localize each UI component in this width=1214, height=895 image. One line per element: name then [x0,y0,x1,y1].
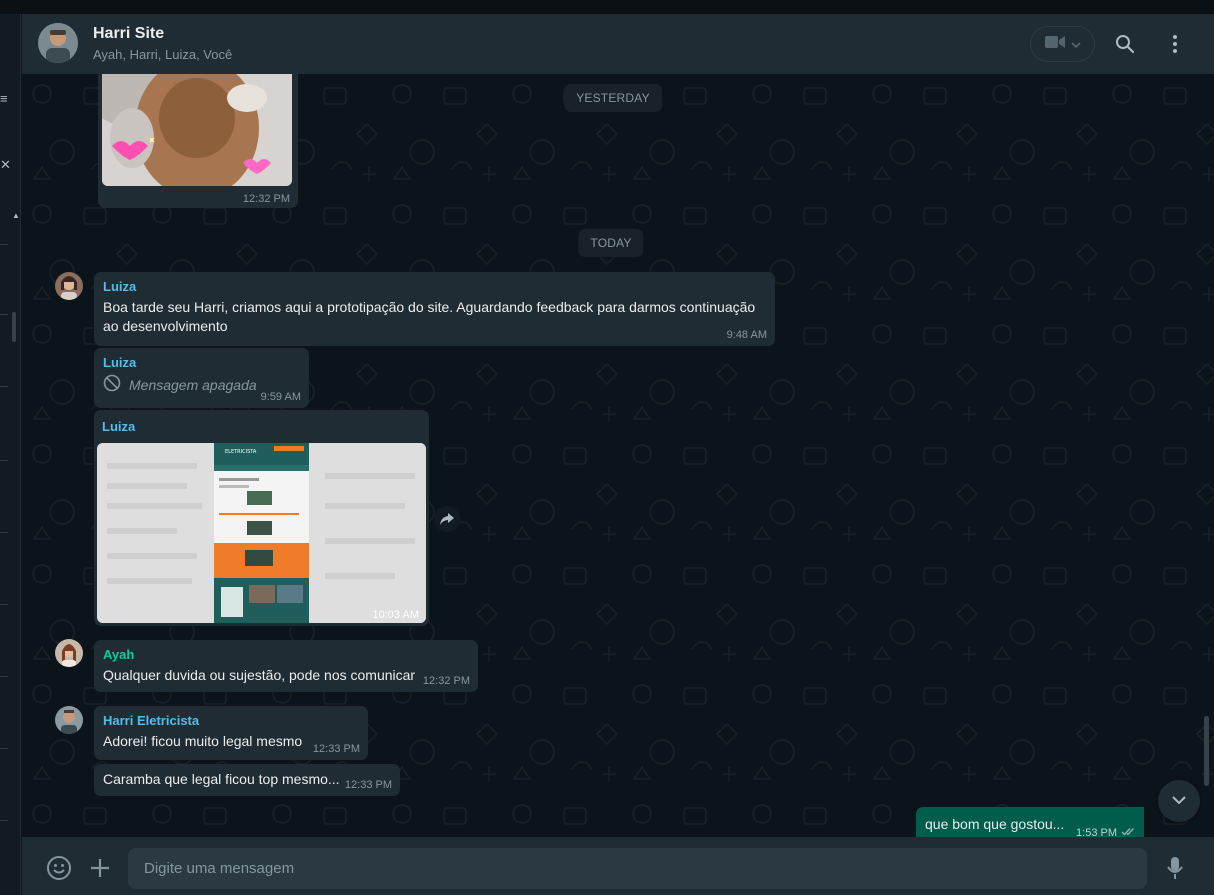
message-text-line2: ao desenvolvimento [103,318,228,334]
list-separator [0,532,8,533]
video-icon [1044,35,1065,54]
message-outgoing[interactable]: que bom que gostou... 1:53 PM [916,807,1144,837]
read-ticks-icon [1121,827,1136,837]
message-luiza-1[interactable]: Luiza Boa tarde seu Harri, criamos aqui … [94,272,775,346]
message-time: 12:32 PM [242,193,290,205]
avatar-harri[interactable] [55,706,83,734]
list-separator [0,748,8,749]
mic-icon[interactable] [1162,855,1188,881]
composer-bar: Digite uma mensagem [22,837,1214,895]
chat-title: Harri Site [93,25,165,42]
plus-icon[interactable] [87,855,113,881]
conversation-panel[interactable]: 12:32 PM YESTERDAY TODAY Luiza Boa tarde… [22,74,1214,837]
list-separator [0,386,8,387]
message-input[interactable]: Digite uma mensagem [128,848,1147,889]
filter-icon[interactable]: ≡ [0,92,8,105]
sender-name: Harri Eletricista [103,713,200,728]
list-separator [0,676,8,677]
chat-list-edge: ≡ ✕ ▲ [0,14,21,895]
conversation-scrollbar[interactable] [1204,716,1209,786]
sender-name: Luiza [103,279,137,294]
message-time: 9:59 AM [260,391,301,403]
close-icon[interactable]: ✕ [0,158,11,171]
list-separator [0,460,8,461]
sender-name: Ayah [103,647,135,662]
sender-name: Luiza [103,355,137,370]
avatar-luiza[interactable] [55,272,83,300]
message-time: 9:48 AM [726,329,767,341]
message-time: 12:33 PM [312,743,360,755]
chat-list-scrollbar[interactable] [12,312,16,342]
list-separator [0,604,8,605]
chevron-down-icon [1070,35,1081,53]
site-prototype-image[interactable]: ELETRICISTA [97,443,426,623]
deleted-icon [103,374,121,397]
message-text-line1: Boa tarde seu Harri, criamos aqui a prot… [103,299,756,315]
menu-icon[interactable] [1163,32,1187,56]
date-divider-today: TODAY [578,229,644,257]
message-image-cat[interactable]: 12:32 PM [98,74,298,208]
list-separator [0,314,8,315]
message-harri-2[interactable]: Caramba que legal ficou top mesmo... 12:… [94,764,400,796]
message-harri-1[interactable]: Harri Eletricista Adorei! ficou muito le… [94,706,368,760]
sender-name: Luiza [102,419,136,434]
chat-header[interactable]: Harri Site Ayah, Harri, Luiza, Você [22,14,1214,74]
cat-photo[interactable] [102,74,292,186]
group-avatar[interactable] [38,23,78,63]
scroll-down-button[interactable] [1158,780,1200,822]
message-luiza-image[interactable]: Luiza ELETRICISTA 10:03 AM [94,410,429,626]
message-text: Qualquer duvida ou sujestão, pode nos co… [103,667,416,683]
emoji-icon[interactable] [46,855,72,881]
chat-participants: Ayah, Harri, Luiza, Você [93,47,233,62]
video-call-button[interactable] [1030,26,1095,62]
chevron-down-icon [1171,792,1187,810]
list-separator [0,244,8,245]
scroll-up-icon[interactable]: ▲ [12,212,20,220]
deleted-text: Mensagem apagada [129,377,257,393]
date-divider-yesterday: YESTERDAY [564,84,662,112]
window-top-edge [0,0,1214,14]
prototype-heading: ELETRICISTA [225,449,257,455]
message-time: 10:03 AM [372,609,419,621]
forward-icon[interactable] [434,506,460,532]
message-luiza-deleted[interactable]: Luiza Mensagem apagada 9:59 AM [94,348,309,408]
message-time: 12:33 PM [344,779,392,791]
message-time-row: 1:53 PM [1076,827,1136,837]
search-icon[interactable] [1113,32,1137,56]
message-time: 1:53 PM [1076,827,1117,837]
message-ayah[interactable]: Ayah Qualquer duvida ou sujestão, pode n… [94,640,478,692]
avatar-ayah[interactable] [55,639,83,667]
list-separator [0,820,8,821]
message-time: 12:32 PM [422,675,470,687]
